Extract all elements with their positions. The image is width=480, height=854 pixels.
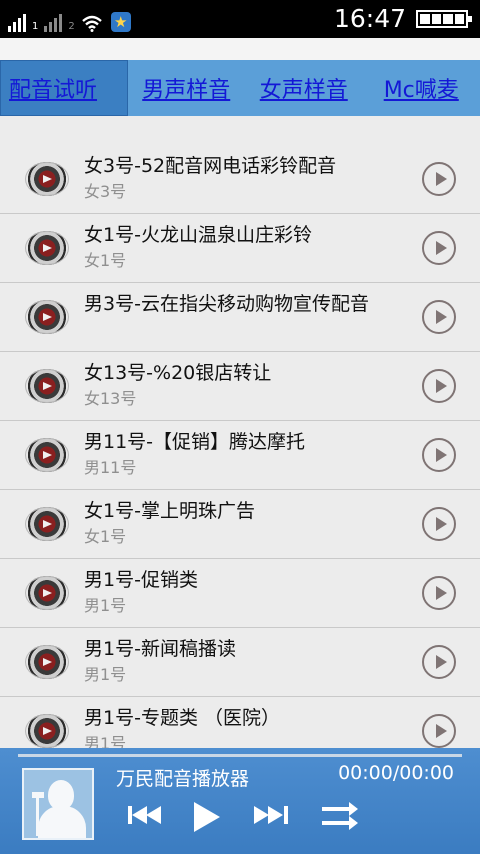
- sim1-label: 1: [32, 21, 39, 32]
- tab-male-samples[interactable]: 男声样音: [128, 60, 246, 116]
- wifi-icon: [81, 15, 102, 32]
- item-title: 女1号-火龙山温泉山庄彩铃: [84, 224, 312, 246]
- sim2-label: 2: [68, 21, 75, 32]
- shuffle-icon[interactable]: [320, 800, 360, 832]
- play-circle-icon[interactable]: [422, 162, 456, 196]
- star-app-icon: ★: [110, 12, 131, 32]
- record-thumbnail-icon: [25, 714, 69, 748]
- list-item[interactable]: 女1号-掌上明珠广告 女1号: [0, 490, 480, 559]
- list-item[interactable]: 男11号-【促销】腾达摩托 男11号: [0, 421, 480, 490]
- list-item[interactable]: 女13号-%20银店转让 女13号: [0, 352, 480, 421]
- record-thumbnail-icon: [25, 438, 69, 472]
- record-thumbnail-icon: [25, 162, 69, 196]
- player-time: 00:00/00:00: [338, 762, 454, 784]
- tab-female-samples[interactable]: 女声样音: [245, 60, 363, 116]
- player-title: 万民配音播放器: [116, 768, 250, 790]
- item-title: 女1号-掌上明珠广告: [84, 500, 255, 522]
- item-subtitle: 女1号: [84, 251, 127, 270]
- list-item[interactable]: 男3号-云在指尖移动购物宣传配音: [0, 283, 480, 352]
- item-title: 男1号-促销类: [84, 569, 198, 591]
- previous-track-button[interactable]: [126, 800, 166, 830]
- signal-1-icon: [8, 10, 26, 32]
- list-item[interactable]: 女1号-火龙山温泉山庄彩铃 女1号: [0, 214, 480, 283]
- play-circle-icon[interactable]: [422, 576, 456, 610]
- item-subtitle: 女13号: [84, 389, 137, 408]
- battery-icon: [416, 10, 472, 28]
- item-subtitle: 男1号: [84, 734, 127, 748]
- list-item[interactable]: 女3号-52配音网电话彩铃配音 女3号: [0, 145, 480, 214]
- item-title: 男1号-专题类 （医院）: [84, 707, 280, 729]
- item-title: 男11号-【促销】腾达摩托: [84, 431, 306, 453]
- play-circle-icon[interactable]: [422, 507, 456, 541]
- play-button[interactable]: [192, 800, 220, 834]
- record-thumbnail-icon: [25, 645, 69, 679]
- record-thumbnail-icon: [25, 576, 69, 610]
- tab-mc-shout[interactable]: Mc喊麦: [363, 60, 480, 116]
- progress-bar[interactable]: [18, 754, 462, 757]
- top-spacer: [0, 38, 480, 60]
- play-circle-icon[interactable]: [422, 714, 456, 748]
- item-subtitle: 男1号: [84, 665, 127, 684]
- item-subtitle: 男1号: [84, 596, 127, 615]
- status-icons: 1 2 ★: [8, 6, 131, 32]
- player-cover-icon: [22, 768, 94, 840]
- list-item[interactable]: 男1号-促销类 男1号: [0, 559, 480, 628]
- record-thumbnail-icon: [25, 369, 69, 403]
- item-title: 女3号-52配音网电话彩铃配音: [84, 155, 337, 177]
- next-track-button[interactable]: [250, 800, 290, 830]
- tab-dubbing-preview[interactable]: 配音试听: [0, 60, 128, 116]
- list-item[interactable]: 男1号-专题类 （医院） 男1号: [0, 697, 480, 748]
- audio-list: 女3号-52配音网电话彩铃配音 女3号 女1号-火龙山温泉山庄彩铃 女1号 男3…: [0, 145, 480, 748]
- item-subtitle: 男11号: [84, 458, 137, 477]
- audio-player: 万民配音播放器 00:00/00:00: [0, 748, 480, 854]
- play-circle-icon[interactable]: [422, 300, 456, 334]
- play-circle-icon[interactable]: [422, 645, 456, 679]
- record-thumbnail-icon: [25, 300, 69, 334]
- list-item[interactable]: 男1号-新闻稿播读 男1号: [0, 628, 480, 697]
- record-thumbnail-icon: [25, 507, 69, 541]
- play-circle-icon[interactable]: [422, 231, 456, 265]
- status-bar: 1 2 ★ 16:47: [0, 0, 480, 38]
- play-circle-icon[interactable]: [422, 438, 456, 472]
- item-title: 男3号-云在指尖移动购物宣传配音: [84, 293, 369, 315]
- status-time: 16:47: [333, 4, 406, 33]
- item-title: 女13号-%20银店转让: [84, 362, 272, 384]
- item-title: 男1号-新闻稿播读: [84, 638, 236, 660]
- record-thumbnail-icon: [25, 231, 69, 265]
- play-circle-icon[interactable]: [422, 369, 456, 403]
- category-tabs: 配音试听 男声样音 女声样音 Mc喊麦: [0, 60, 480, 116]
- item-subtitle: 女3号: [84, 182, 127, 201]
- signal-2-icon: [44, 10, 63, 32]
- item-subtitle: 女1号: [84, 527, 127, 546]
